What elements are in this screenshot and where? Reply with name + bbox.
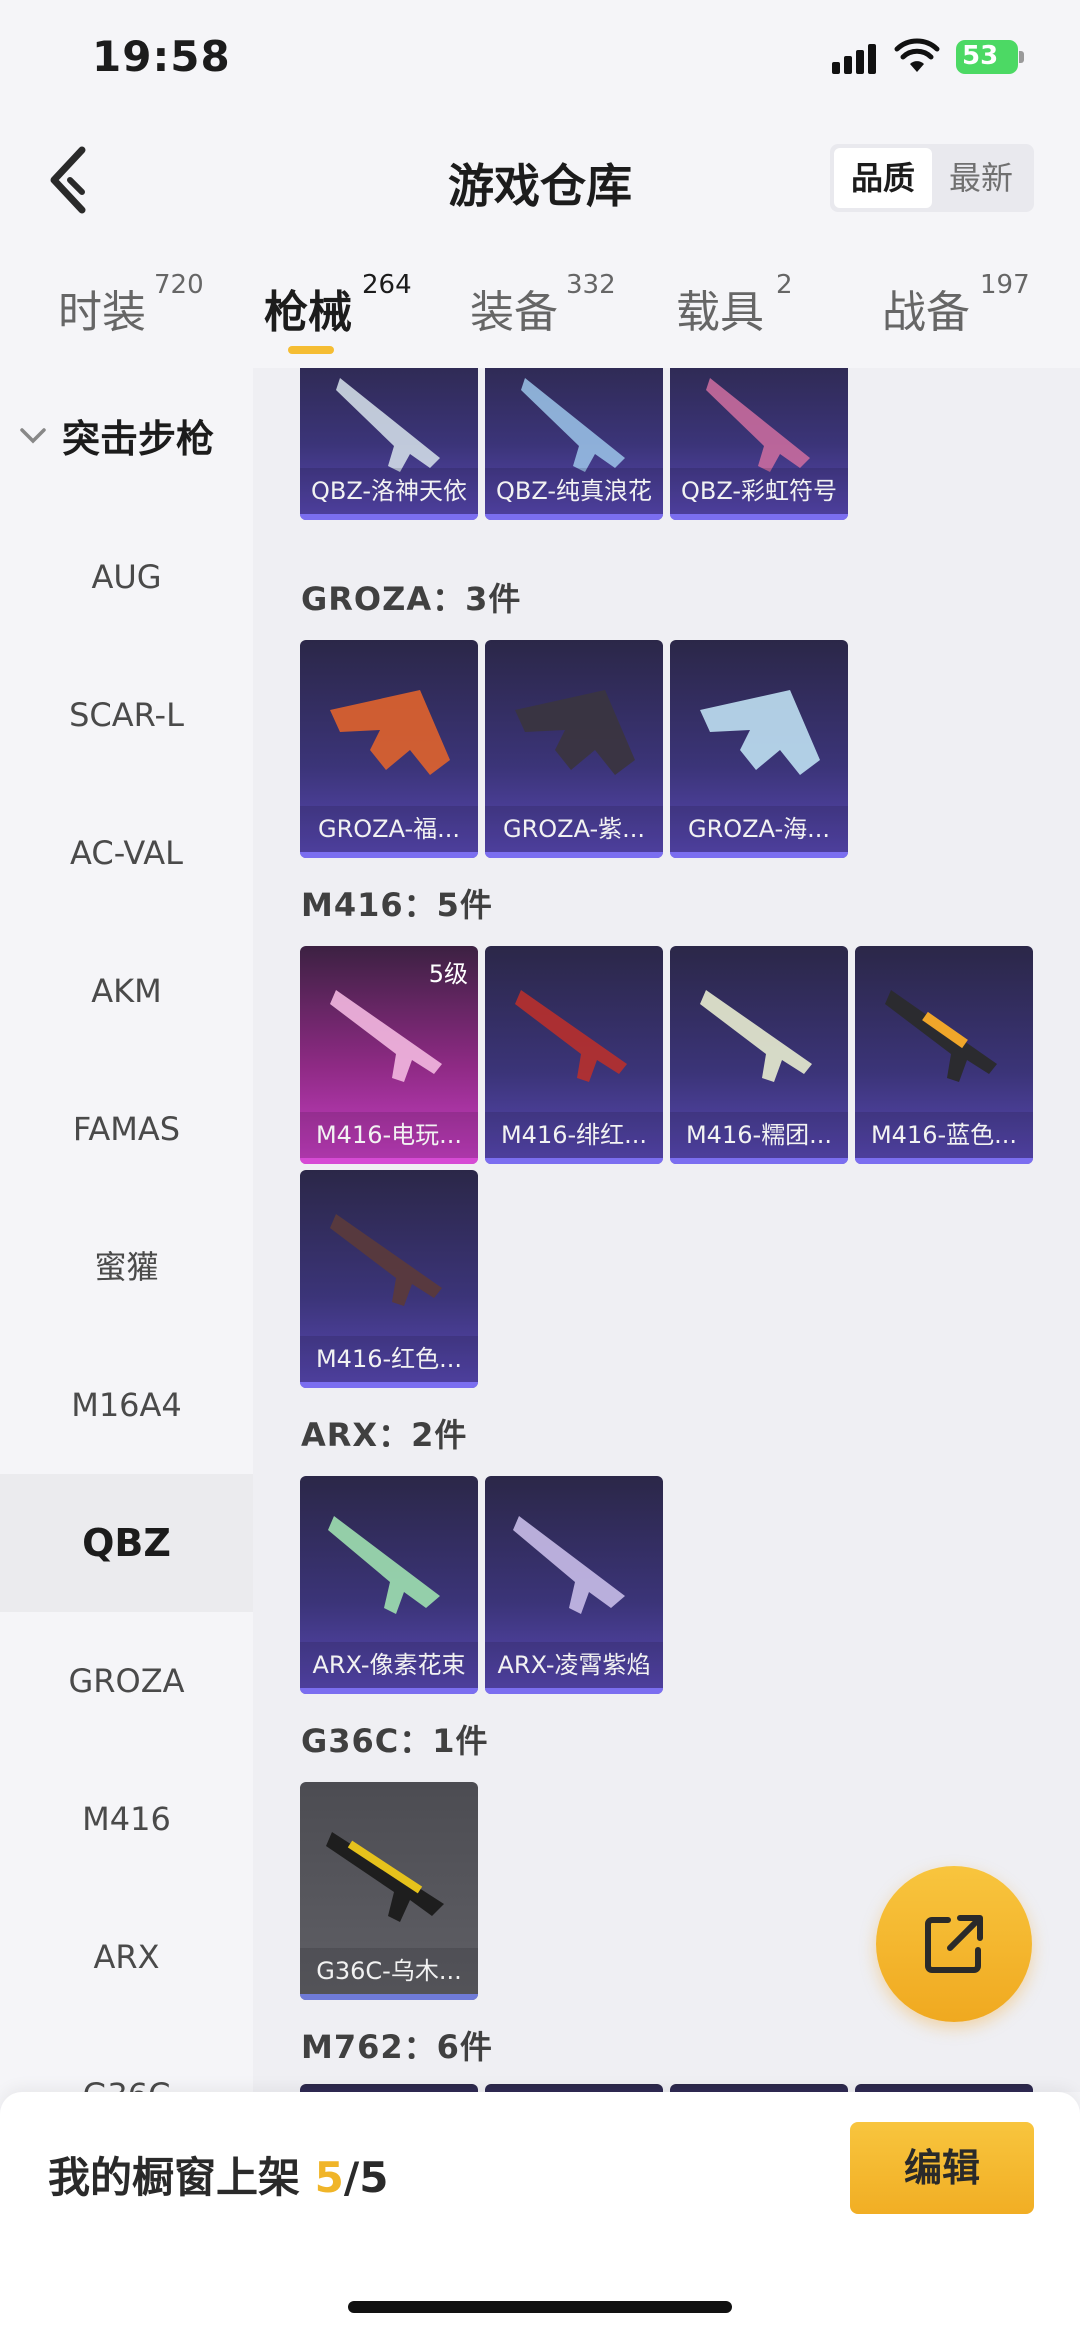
sidebar-item-famas[interactable]: FAMAS: [0, 1060, 253, 1198]
tab-label: 枪械: [264, 287, 352, 338]
sidebar-item-scar-l[interactable]: SCAR-L: [0, 646, 253, 784]
tab-count: 2: [776, 270, 793, 300]
tab-fashion[interactable]: 时装 720: [58, 270, 204, 356]
skin-card[interactable]: [485, 2084, 663, 2092]
showcase-count-total: /5: [343, 2153, 389, 2202]
rifle-skin-image: [330, 1214, 442, 1306]
chevron-down-icon: [20, 427, 46, 443]
rifle-skin-image: [326, 1832, 444, 1922]
skin-name: G36C-乌木...: [300, 1948, 478, 1994]
sidebar-item-g36c[interactable]: G36C: [0, 2026, 253, 2092]
skin-card[interactable]: QBZ-纯真浪花: [485, 368, 663, 520]
skin-card[interactable]: ARX-像素花束: [300, 1476, 478, 1694]
skin-card[interactable]: [670, 2084, 848, 2092]
weapon-type-sidebar[interactable]: 突击步枪 AUG SCAR-L AC-VAL AKM FAMAS 蜜獾 M16A…: [0, 368, 253, 2092]
group-title-m416: M416：5件: [301, 886, 493, 924]
skin-name: M416-绯红...: [485, 1112, 663, 1158]
showcase-status: 我的橱窗上架 5/5: [48, 2144, 388, 2205]
rifle-skin-image: [515, 690, 635, 775]
sidebar-item-m16a4[interactable]: M16A4: [0, 1336, 253, 1474]
skin-name: QBZ-纯真浪花: [485, 468, 663, 514]
group-title-m762: M762：6件: [301, 2028, 493, 2066]
cellular-signal-icon: [832, 44, 876, 74]
skin-card[interactable]: M416-糯团...: [670, 946, 848, 1164]
rifle-skin-image: [513, 1516, 625, 1614]
skin-name: ARX-像素花束: [300, 1642, 478, 1688]
skin-card[interactable]: M416-蓝色...: [855, 946, 1033, 1164]
tab-count: 332: [566, 270, 616, 300]
skin-name: GROZA-紫...: [485, 806, 663, 852]
tab-vehicles[interactable]: 载具 2: [676, 270, 793, 356]
skin-card[interactable]: GROZA-福...: [300, 640, 478, 858]
weapon-skin-list[interactable]: QBZ-洛神天依 QBZ-纯真浪花 QBZ-彩虹符号 GROZA：3件 GROZ…: [253, 368, 1080, 2092]
skin-card[interactable]: QBZ-彩虹符号: [670, 368, 848, 520]
showcase-label: 我的橱窗上架: [48, 2153, 301, 2202]
skin-card[interactable]: 5级 M416-电玩...: [300, 946, 478, 1164]
skin-card[interactable]: [855, 2084, 1033, 2092]
sidebar-item-ac-val[interactable]: AC-VAL: [0, 784, 253, 922]
skin-card[interactable]: M416-绯红...: [485, 946, 663, 1164]
active-tab-indicator: [288, 346, 334, 354]
skin-name: QBZ-彩虹符号: [670, 468, 848, 514]
skin-name: GROZA-福...: [300, 806, 478, 852]
level-badge: 5级: [428, 960, 468, 988]
skin-card[interactable]: [300, 2084, 478, 2092]
tab-count: 720: [154, 270, 204, 300]
tab-equipment[interactable]: 装备 332: [470, 270, 616, 356]
skin-name: M416-电玩...: [300, 1112, 478, 1158]
share-external-icon: [925, 1915, 983, 1973]
sidebar-item-akm[interactable]: AKM: [0, 922, 253, 1060]
group-title-groza: GROZA：3件: [301, 580, 522, 618]
skin-card[interactable]: ARX-凌霄紫焰: [485, 1476, 663, 1694]
sidebar-item-aug[interactable]: AUG: [0, 508, 253, 646]
rifle-skin-image: [515, 990, 627, 1082]
rifle-skin-image: [700, 990, 812, 1082]
home-indicator[interactable]: [348, 2301, 732, 2313]
category-tabs: 时装 720 枪械 264 装备 332 载具 2 战备 197: [0, 260, 1080, 368]
status-time: 19:58: [92, 32, 231, 81]
tab-count: 264: [362, 270, 412, 300]
sidebar-item-m416[interactable]: M416: [0, 1750, 253, 1888]
skin-name: M416-糯团...: [670, 1112, 848, 1158]
skin-card[interactable]: GROZA-海...: [670, 640, 848, 858]
skin-name: QBZ-洛神天依: [300, 468, 478, 514]
tab-label: 装备: [470, 287, 558, 338]
rifle-skin-image: [328, 1516, 440, 1614]
tab-guns[interactable]: 枪械 264: [264, 270, 412, 356]
skin-card[interactable]: QBZ-洛神天依: [300, 368, 478, 520]
skin-name: M416-蓝色...: [855, 1112, 1033, 1158]
tab-label: 战备: [882, 287, 970, 338]
sort-option-newest[interactable]: 最新: [932, 148, 1030, 208]
tab-battle-gear[interactable]: 战备 197: [882, 270, 1030, 356]
tab-count: 197: [980, 270, 1030, 300]
rifle-skin-image: [330, 690, 450, 775]
skin-card[interactable]: GROZA-紫...: [485, 640, 663, 858]
sort-toggle[interactable]: 品质 最新: [830, 144, 1034, 212]
sidebar-group-label: 突击步枪: [62, 417, 215, 461]
sidebar-item-arx[interactable]: ARX: [0, 1888, 253, 2026]
group-title-arx: ARX：2件: [301, 1416, 468, 1454]
skin-name: M416-红色...: [300, 1336, 478, 1382]
tab-label: 时装: [58, 287, 146, 338]
edit-button[interactable]: 编辑: [850, 2122, 1034, 2214]
sidebar-group-header[interactable]: 突击步枪: [18, 408, 214, 463]
skin-card[interactable]: M416-红色...: [300, 1170, 478, 1388]
skin-name: ARX-凌霄紫焰: [485, 1642, 663, 1688]
sidebar-item-groza[interactable]: GROZA: [0, 1612, 253, 1750]
rifle-skin-image: [700, 690, 820, 775]
status-bar: 19:58 53: [0, 0, 1080, 120]
tab-label: 载具: [676, 287, 764, 338]
wifi-icon: [894, 38, 940, 72]
group-title-g36c: G36C：1件: [301, 1722, 489, 1760]
sidebar-item-honey-badger[interactable]: 蜜獾: [0, 1198, 253, 1336]
battery-indicator: 53: [956, 40, 1024, 74]
rifle-skin-image: [885, 990, 997, 1082]
sidebar-item-qbz[interactable]: QBZ: [0, 1474, 253, 1612]
battery-level: 53: [962, 41, 999, 71]
share-button[interactable]: [876, 1866, 1032, 2022]
sort-option-quality[interactable]: 品质: [834, 148, 932, 208]
skin-card[interactable]: G36C-乌木...: [300, 1782, 478, 2000]
showcase-count-current: 5: [314, 2153, 344, 2202]
skin-name: GROZA-海...: [670, 806, 848, 852]
